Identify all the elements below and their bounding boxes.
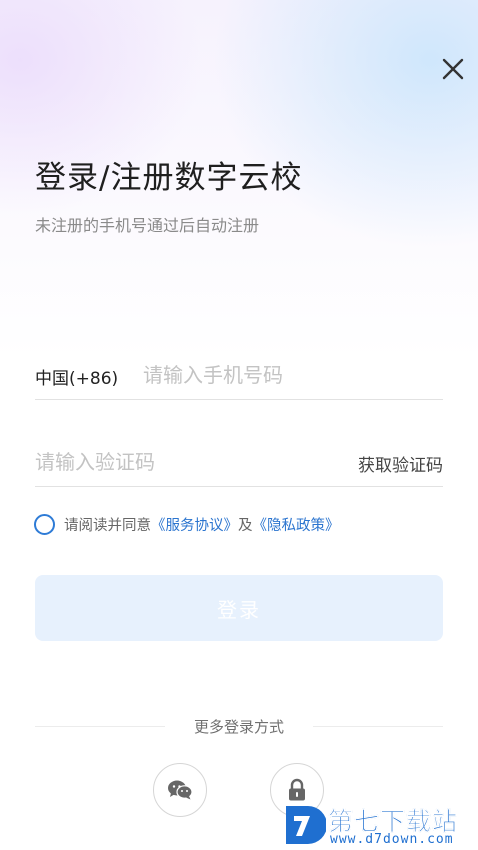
d7down-logo-icon (286, 806, 326, 844)
agreement-text: 请阅读并同意《服务协议》及《隐私政策》 (64, 514, 340, 535)
country-code-selector[interactable]: 中国(+86) (35, 364, 118, 389)
wechat-icon (168, 780, 193, 800)
agreement-checkbox[interactable] (34, 513, 55, 535)
get-code-button[interactable]: 获取验证码 (358, 451, 443, 476)
agreement-conjunction: 及 (238, 517, 253, 534)
service-agreement-link[interactable]: 《服务协议》 (151, 518, 238, 534)
wechat-login-button[interactable] (153, 763, 207, 817)
page-subtitle: 未注册的手机号通过后自动注册 (35, 216, 260, 235)
close-icon (442, 58, 464, 80)
page-title: 登录/注册数字云校 (35, 160, 303, 196)
divider-line-right (313, 726, 443, 727)
site-watermark: 第七下载站 www.d7down.com (282, 800, 478, 850)
agreement-prefix: 请阅读并同意 (64, 517, 151, 534)
more-login-divider: 更多登录方式 (35, 716, 443, 736)
privacy-policy-link[interactable]: 《隐私政策》 (253, 518, 340, 534)
watermark-url: www.d7down.com (330, 832, 454, 847)
agreement-row: 请阅读并同意《服务协议》及《隐私政策》 (34, 513, 340, 535)
close-button[interactable] (440, 56, 466, 82)
phone-input[interactable] (143, 358, 433, 392)
login-button[interactable]: 登录 (35, 575, 443, 641)
verification-field-row: 获取验证码 (35, 437, 443, 487)
phone-field-row: 中国(+86) (35, 350, 443, 400)
lock-icon (289, 778, 305, 801)
verification-code-input[interactable] (35, 445, 315, 479)
